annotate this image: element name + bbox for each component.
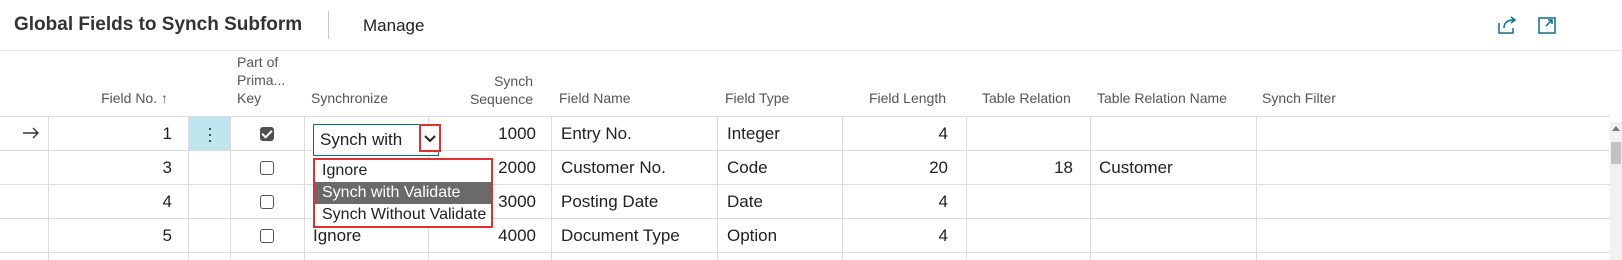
cell-field-length[interactable]: 4 [850, 124, 948, 144]
synchronize-dropdown-list: Ignore Synch with Validate Synch Without… [313, 158, 493, 228]
grid-line [304, 116, 305, 260]
column-header-part-of-key-line2: Prima... [237, 72, 286, 88]
chevron-down-icon [424, 135, 436, 143]
current-row-arrow-icon [23, 127, 39, 139]
cell-field-no[interactable]: 4 [100, 192, 172, 212]
row-actions-button[interactable]: · · · [189, 117, 230, 150]
grid-line [1256, 116, 1257, 260]
checkbox-part-of-key[interactable] [260, 195, 274, 209]
grid-line [230, 116, 231, 260]
grid-line [717, 116, 718, 260]
cell-synch-sequence[interactable]: 1000 [440, 124, 536, 144]
grid-line [551, 116, 552, 260]
vertical-scrollbar[interactable] [1610, 122, 1622, 260]
cell-synch-sequence[interactable]: 4000 [440, 226, 536, 246]
cell-field-no[interactable]: 3 [100, 158, 172, 178]
cell-field-name[interactable]: Customer No. [561, 158, 666, 178]
grid-line [0, 184, 1610, 185]
cell-field-length[interactable]: 4 [850, 226, 948, 246]
cell-field-type[interactable]: Code [727, 158, 768, 178]
column-header-table-relation-name[interactable]: Table Relation Name [1097, 89, 1227, 107]
checkbox-part-of-key[interactable] [260, 229, 274, 243]
share-icon[interactable] [1496, 14, 1518, 36]
grid-line [48, 116, 49, 260]
cell-field-name[interactable]: Posting Date [561, 192, 658, 212]
cell-table-relation[interactable]: 18 [970, 158, 1073, 178]
column-header-field-length[interactable]: Field Length [846, 89, 946, 107]
column-header-field-no[interactable]: Field No. ↑ [80, 89, 168, 107]
column-header-field-type[interactable]: Field Type [725, 89, 789, 107]
checkbox-part-of-key[interactable] [260, 127, 274, 141]
cell-field-type[interactable]: Date [727, 192, 763, 212]
cell-field-no[interactable]: 5 [100, 226, 172, 246]
page-title: Global Fields to Synch Subform [14, 14, 303, 35]
expand-icon[interactable] [1536, 14, 1558, 36]
cell-field-type[interactable]: Option [727, 226, 777, 246]
cell-field-type[interactable]: Integer [727, 124, 780, 144]
more-vertical-icon: · · · [207, 118, 213, 150]
grid-line [0, 116, 1610, 117]
column-header-part-of-key[interactable]: Part of Prima... Key [237, 53, 285, 107]
column-header-synch-filter[interactable]: Synch Filter [1262, 89, 1336, 107]
scrollbar-thumb[interactable] [1611, 142, 1621, 164]
grid-line [0, 218, 1610, 219]
column-header-part-of-key-line1: Part of [237, 54, 279, 70]
column-header-synch-sequence[interactable]: Synch Sequence [440, 72, 533, 108]
grid-line [842, 116, 843, 260]
cell-synchronize[interactable]: Ignore [313, 226, 361, 246]
grid-line [0, 150, 1610, 151]
scroll-up-arrow-icon[interactable] [1612, 125, 1620, 133]
cell-table-relation-name[interactable]: Customer [1099, 158, 1173, 178]
manage-menu-button[interactable]: Manage [363, 16, 424, 36]
grid-line [0, 252, 1610, 253]
column-header-synchronize[interactable]: Synchronize [311, 89, 388, 107]
dropdown-option-synch-with-validate[interactable]: Synch with Validate [315, 182, 491, 204]
page-header: Global Fields to Synch Subform Manage [0, 0, 1622, 51]
column-header-part-of-key-line3: Key [237, 90, 262, 106]
dropdown-option-ignore[interactable]: Ignore [315, 160, 491, 182]
cell-field-length[interactable]: 20 [850, 158, 948, 178]
cell-field-name[interactable]: Entry No. [561, 124, 632, 144]
cell-field-name[interactable]: Document Type [561, 226, 680, 246]
grid-line [966, 116, 967, 260]
grid-line [1090, 116, 1091, 260]
column-header-synch-sequence-line1: Synch [494, 73, 533, 89]
checkbox-part-of-key[interactable] [260, 161, 274, 175]
column-header-field-name[interactable]: Field Name [559, 89, 631, 107]
dropdown-option-synch-without-validate[interactable]: Synch Without Validate [315, 204, 491, 226]
cell-field-length[interactable]: 4 [850, 192, 948, 212]
column-header-synch-sequence-line2: Sequence [469, 91, 533, 107]
synchronize-select-value: Synch with [320, 130, 403, 149]
header-divider [328, 11, 329, 39]
synchronize-dropdown-button[interactable] [419, 124, 441, 152]
cell-field-no[interactable]: 1 [100, 124, 172, 144]
column-header-table-relation[interactable]: Table Relation [982, 89, 1071, 107]
